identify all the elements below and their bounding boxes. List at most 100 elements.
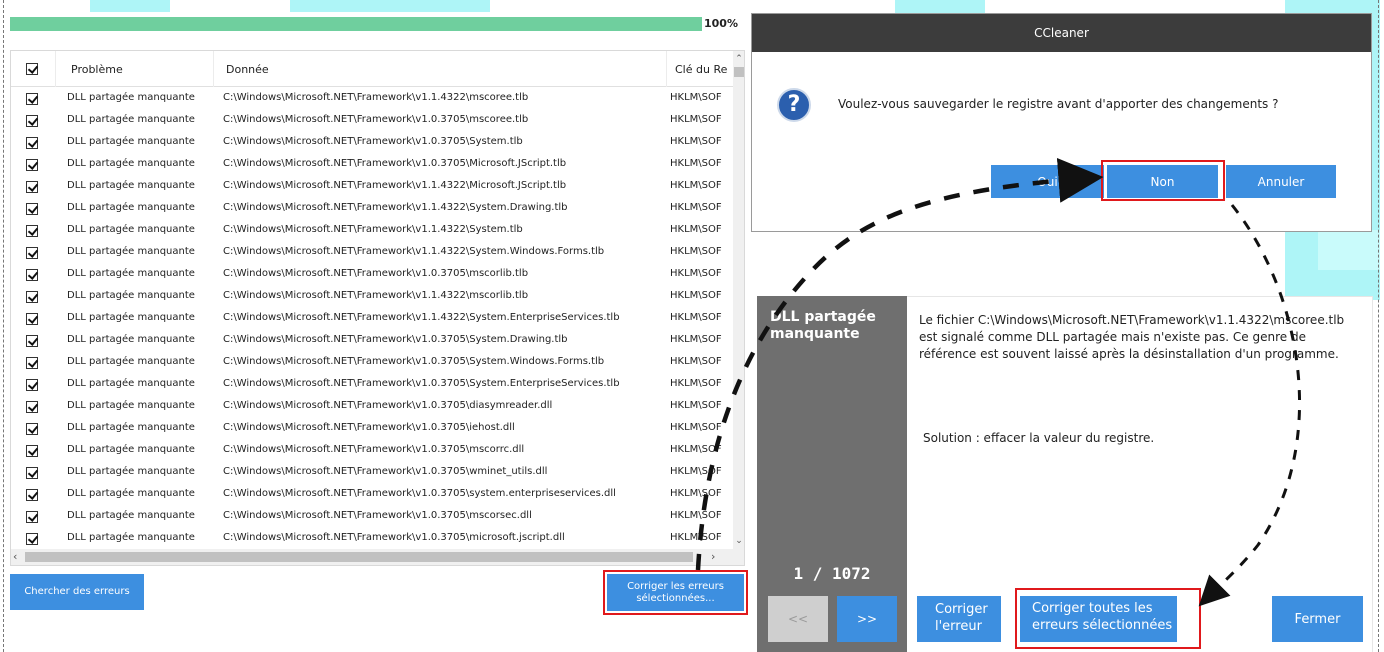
select-all-checkbox[interactable] (26, 63, 38, 75)
column-header-problem[interactable]: Problème (71, 63, 123, 76)
progress-bar (10, 17, 702, 31)
scroll-up-icon[interactable]: ⌃ (733, 53, 744, 65)
scroll-down-icon[interactable]: ⌄ (733, 535, 744, 547)
table-row[interactable]: DLL partagée manquante C:\Windows\Microso… (11, 528, 733, 550)
cell-key: HKLM\SOF (670, 202, 722, 213)
row-checkbox[interactable] (26, 489, 38, 501)
table-row[interactable]: DLL partagée manquante C:\Windows\Microso… (11, 176, 733, 198)
table-row[interactable]: DLL partagée manquante C:\Windows\Microso… (11, 374, 733, 396)
table-row[interactable]: DLL partagée manquante C:\Windows\Microso… (11, 132, 733, 154)
scroll-left-icon[interactable]: ‹ (13, 550, 17, 563)
cell-data: C:\Windows\Microsoft.NET\Framework\v1.0.… (223, 158, 567, 169)
table-row[interactable]: DLL partagée manquante C:\Windows\Microso… (11, 352, 733, 374)
cell-data: C:\Windows\Microsoft.NET\Framework\v1.0.… (223, 378, 620, 389)
row-checkbox[interactable] (26, 93, 38, 105)
cancel-button[interactable]: Annuler (1226, 165, 1336, 198)
table-row[interactable]: DLL partagée manquante C:\Windows\Microso… (11, 286, 733, 308)
row-checkbox[interactable] (26, 401, 38, 413)
scroll-right-icon[interactable]: › (711, 550, 715, 563)
row-checkbox[interactable] (26, 269, 38, 281)
row-checkbox[interactable] (26, 225, 38, 237)
cell-problem: DLL partagée manquante (67, 180, 195, 191)
cell-data: C:\Windows\Microsoft.NET\Framework\v1.0.… (223, 422, 515, 433)
cell-problem: DLL partagée manquante (67, 488, 195, 499)
row-checkbox[interactable] (26, 181, 38, 193)
column-header-data[interactable]: Donnée (226, 63, 269, 76)
cell-problem: DLL partagée manquante (67, 268, 195, 279)
row-checkbox[interactable] (26, 203, 38, 215)
cell-data: C:\Windows\Microsoft.NET\Framework\v1.1.… (223, 92, 529, 103)
page-border (3, 0, 4, 652)
cell-data: C:\Windows\Microsoft.NET\Framework\v1.0.… (223, 268, 529, 279)
page-border (1378, 0, 1379, 652)
cell-data: C:\Windows\Microsoft.NET\Framework\v1.1.… (223, 290, 529, 301)
row-checkbox[interactable] (26, 467, 38, 479)
cell-key: HKLM\SOF (670, 158, 722, 169)
fix-error-button[interactable]: Corriger l'erreur (917, 596, 1001, 642)
row-checkbox[interactable] (26, 115, 38, 127)
table-row[interactable]: DLL partagée manquante C:\Windows\Microso… (11, 308, 733, 330)
table-row[interactable]: DLL partagée manquante C:\Windows\Microso… (11, 440, 733, 462)
column-separator (213, 51, 214, 87)
row-checkbox[interactable] (26, 247, 38, 259)
column-header-key[interactable]: Clé du Re (675, 63, 727, 76)
scroll-thumb[interactable] (734, 67, 744, 77)
cell-key: HKLM\SOF (670, 532, 722, 543)
table-row[interactable]: DLL partagée manquante C:\Windows\Microso… (11, 330, 733, 352)
table-row[interactable]: DLL partagée manquante C:\Windows\Microso… (11, 484, 733, 506)
cell-data: C:\Windows\Microsoft.NET\Framework\v1.0.… (223, 334, 568, 345)
question-icon: ? (777, 88, 811, 122)
row-checkbox[interactable] (26, 511, 38, 523)
cell-problem: DLL partagée manquante (67, 224, 195, 235)
search-errors-button[interactable]: Chercher des erreurs (10, 574, 144, 610)
progress-label: 100% (704, 17, 738, 30)
issue-counter: 1 / 1072 (793, 564, 871, 583)
issue-solution: Solution : effacer la valeur du registre… (923, 431, 1155, 445)
row-checkbox[interactable] (26, 357, 38, 369)
row-checkbox[interactable] (26, 137, 38, 149)
cell-key: HKLM\SOF (670, 92, 722, 103)
cell-problem: DLL partagée manquante (67, 378, 195, 389)
row-checkbox[interactable] (26, 291, 38, 303)
cell-key: HKLM\SOF (670, 180, 722, 191)
table-row[interactable]: DLL partagée manquante C:\Windows\Microso… (11, 242, 733, 264)
cell-problem: DLL partagée manquante (67, 312, 195, 323)
vertical-scrollbar[interactable]: ⌃ ⌄ (733, 51, 744, 549)
cell-key: HKLM\SOF (670, 510, 722, 521)
screenshot-root: 100% Problème Donnée Clé du Re DLL parta… (0, 0, 1384, 652)
previous-button[interactable]: << (768, 596, 828, 642)
scroll-thumb[interactable] (25, 552, 693, 562)
cell-problem: DLL partagée manquante (67, 510, 195, 521)
row-checkbox[interactable] (26, 445, 38, 457)
row-checkbox[interactable] (26, 423, 38, 435)
table-row[interactable]: DLL partagée manquante C:\Windows\Microso… (11, 418, 733, 440)
cell-key: HKLM\SOF (670, 378, 722, 389)
row-checkbox[interactable] (26, 379, 38, 391)
table-row[interactable]: DLL partagée manquante C:\Windows\Microso… (11, 264, 733, 286)
row-checkbox[interactable] (26, 313, 38, 325)
cell-problem: DLL partagée manquante (67, 202, 195, 213)
cell-data: C:\Windows\Microsoft.NET\Framework\v1.1.… (223, 180, 567, 191)
yes-button[interactable]: Oui (991, 165, 1104, 198)
cell-problem: DLL partagée manquante (67, 290, 195, 301)
row-checkbox[interactable] (26, 533, 38, 545)
row-checkbox[interactable] (26, 159, 38, 171)
cell-data: C:\Windows\Microsoft.NET\Framework\v1.0.… (223, 488, 616, 499)
cell-key: HKLM\SOF (670, 334, 722, 345)
horizontal-scrollbar[interactable]: ‹ › (11, 549, 744, 565)
table-row[interactable]: DLL partagée manquante C:\Windows\Microso… (11, 110, 733, 132)
table-row[interactable]: DLL partagée manquante C:\Windows\Microso… (11, 506, 733, 528)
row-checkbox[interactable] (26, 335, 38, 347)
table-row[interactable]: DLL partagée manquante C:\Windows\Microso… (11, 220, 733, 242)
fix-error-label-1: Corriger (935, 602, 988, 617)
close-button[interactable]: Fermer (1272, 596, 1363, 642)
table-row[interactable]: DLL partagée manquante C:\Windows\Microso… (11, 198, 733, 220)
table-row[interactable]: DLL partagée manquante C:\Windows\Microso… (11, 396, 733, 418)
cell-data: C:\Windows\Microsoft.NET\Framework\v1.0.… (223, 400, 553, 411)
highlight-box (1101, 160, 1225, 201)
next-button[interactable]: >> (837, 596, 897, 642)
table-row[interactable]: DLL partagée manquante C:\Windows\Microso… (11, 88, 733, 110)
cell-key: HKLM\SOF (670, 422, 722, 433)
table-row[interactable]: DLL partagée manquante C:\Windows\Microso… (11, 154, 733, 176)
table-row[interactable]: DLL partagée manquante C:\Windows\Microso… (11, 462, 733, 484)
